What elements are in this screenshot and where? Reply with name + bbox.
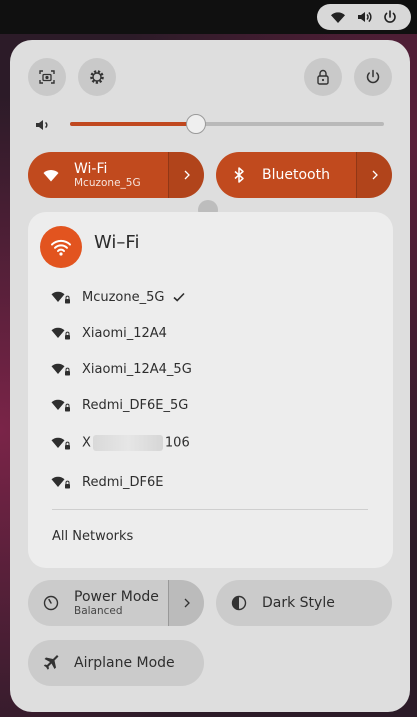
- network-item-xiaomi-12a4-5g[interactable]: Xiaomi_12A4_5G: [50, 356, 350, 382]
- contrast-icon: [230, 594, 248, 612]
- settings-button[interactable]: [78, 58, 116, 96]
- bluetooth-toggle[interactable]: Bluetooth: [216, 152, 392, 198]
- checkmark-icon: [172, 290, 186, 304]
- wifi-locked-icon: [50, 361, 72, 377]
- dark-style-toggle[interactable]: Dark Style: [216, 580, 392, 626]
- network-item-xiaomi-12a4[interactable]: Xiaomi_12A4: [50, 320, 350, 346]
- wifi-menu-expand-button[interactable]: [168, 152, 204, 198]
- chevron-right-icon: [369, 169, 381, 181]
- network-name: Xiaomi_12A4_5G: [82, 361, 192, 377]
- network-item-redacted[interactable]: X 106: [50, 430, 350, 456]
- speaker-icon: [356, 9, 372, 25]
- network-name: X 106: [82, 435, 190, 451]
- power-menu-button[interactable]: [354, 58, 392, 96]
- network-name-prefix: X: [82, 435, 91, 451]
- airplane-mode-title: Airplane Mode: [74, 654, 175, 671]
- network-name-suffix: 106: [164, 435, 190, 451]
- wifi-locked-icon: [50, 397, 72, 413]
- lock-icon: [314, 68, 332, 86]
- wifi-locked-icon: [50, 474, 72, 490]
- dark-style-title: Dark Style: [262, 594, 335, 611]
- volume-slider-fill: [70, 122, 196, 126]
- wifi-toggle[interactable]: Wi-Fi Mcuzone_5G: [28, 152, 204, 198]
- network-name: Redmi_DF6E: [82, 474, 164, 490]
- bluetooth-toggle-title: Bluetooth: [262, 166, 330, 183]
- chevron-right-icon: [181, 597, 193, 609]
- chevron-right-icon: [181, 169, 193, 181]
- wifi-icon: [42, 166, 60, 184]
- power-mode-toggle[interactable]: Power Mode Balanced: [28, 580, 204, 626]
- power-icon: [364, 68, 382, 86]
- screenshot-button[interactable]: [28, 58, 66, 96]
- network-name: Xiaomi_12A4: [82, 325, 167, 341]
- bluetooth-toggle-main[interactable]: Bluetooth: [216, 152, 356, 198]
- airplane-mode-toggle-main[interactable]: Airplane Mode: [28, 640, 204, 686]
- all-networks-button[interactable]: All Networks: [52, 529, 133, 544]
- network-item-redmi-df6e-5g[interactable]: Redmi_DF6E_5G: [50, 392, 350, 418]
- power-mode-subtitle: Balanced: [74, 605, 123, 618]
- speedometer-icon: [42, 594, 60, 612]
- wifi-toggle-main[interactable]: Wi-Fi Mcuzone_5G: [28, 152, 168, 198]
- wifi-submenu-title: Wi–Fi: [94, 232, 140, 253]
- network-name: Redmi_DF6E_5G: [82, 397, 189, 413]
- speaker-icon: [34, 116, 52, 134]
- lock-screen-button[interactable]: [304, 58, 342, 96]
- volume-slider[interactable]: [70, 114, 384, 134]
- network-name: Mcuzone_5G: [82, 289, 165, 305]
- volume-slider-thumb[interactable]: [185, 114, 206, 134]
- gear-icon: [88, 68, 106, 86]
- wifi-toggle-title: Wi-Fi: [74, 160, 108, 177]
- wifi-submenu: Wi–Fi Mcuzone_5G Xiaomi_12A4 Xiaomi_12A4…: [28, 212, 393, 568]
- redacted-text-blur: [92, 435, 163, 451]
- network-item-redmi-df6e[interactable]: Redmi_DF6E: [50, 469, 350, 495]
- power-icon: [382, 9, 398, 25]
- wifi-toggle-subtitle: Mcuzone_5G: [74, 177, 141, 190]
- wifi-locked-icon: [50, 435, 72, 451]
- top-bar: [0, 0, 417, 34]
- power-mode-title: Power Mode: [74, 588, 159, 605]
- system-tray[interactable]: [317, 4, 411, 30]
- wifi-icon: [330, 9, 346, 25]
- screenshot-icon: [38, 68, 56, 86]
- wifi-icon: [49, 235, 73, 259]
- wifi-header-icon-badge: [40, 226, 82, 268]
- airplane-mode-toggle[interactable]: Airplane Mode: [28, 640, 204, 686]
- bluetooth-menu-expand-button[interactable]: [356, 152, 392, 198]
- bluetooth-icon: [230, 166, 248, 184]
- airplane-icon: [42, 654, 60, 672]
- wifi-locked-icon: [50, 325, 72, 341]
- wifi-locked-icon: [50, 289, 72, 305]
- power-mode-expand-button[interactable]: [168, 580, 204, 626]
- menu-divider: [52, 509, 368, 510]
- dark-style-toggle-main[interactable]: Dark Style: [216, 580, 392, 626]
- network-item-mcuzone-5g[interactable]: Mcuzone_5G: [50, 284, 350, 310]
- power-mode-toggle-main[interactable]: Power Mode Balanced: [28, 580, 168, 626]
